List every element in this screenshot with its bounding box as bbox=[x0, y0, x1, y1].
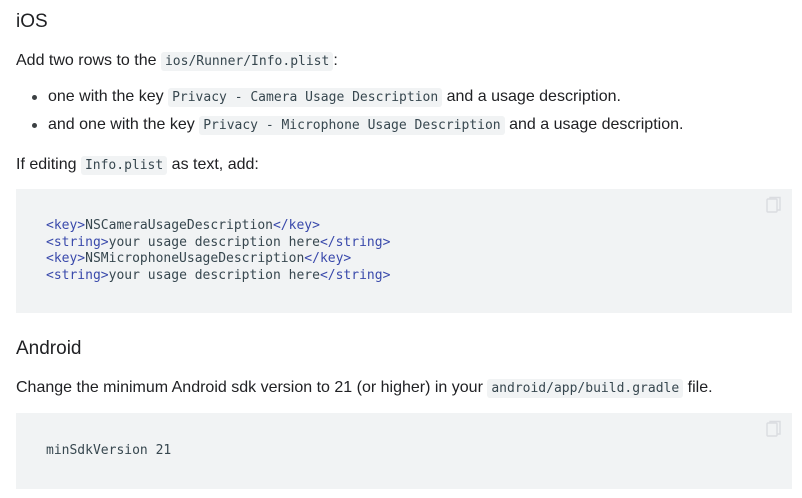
ios-add-rows-paragraph: Add two rows to the ios/Runner/Info.plis… bbox=[16, 50, 338, 73]
xml-tag-open: <key> bbox=[46, 251, 86, 266]
list-item: one with the key Privacy - Camera Usage … bbox=[16, 86, 683, 114]
xml-tag-open: <key> bbox=[46, 218, 86, 233]
paragraph-text: Add two rows to the bbox=[16, 52, 161, 69]
android-code-block[interactable]: minSdkVersion 21 bbox=[16, 413, 792, 489]
paragraph-text: as text, add: bbox=[167, 156, 259, 173]
xml-tag-close: </string> bbox=[319, 234, 391, 250]
inline-code-build-gradle: android/app/build.gradle bbox=[487, 379, 684, 398]
copy-icon bbox=[766, 420, 781, 437]
inline-code-camera-key: Privacy - Camera Usage Description bbox=[168, 88, 443, 107]
code-line: <key>NSCameraUsageDescription</key> bbox=[46, 218, 320, 233]
list-item: and one with the key Privacy - Microphon… bbox=[16, 114, 683, 142]
ios-code[interactable]: <key>NSCameraUsageDescription</key> <str… bbox=[46, 218, 390, 284]
xml-value: NSCameraUsageDescription bbox=[85, 218, 273, 233]
list-item-text: and a usage description. bbox=[442, 88, 621, 105]
xml-tag-close: </key> bbox=[304, 251, 352, 266]
code-line: <string>your usage description here</str… bbox=[46, 268, 390, 283]
paragraph-text: : bbox=[333, 52, 338, 69]
copy-button[interactable] bbox=[766, 420, 782, 438]
android-code[interactable]: minSdkVersion 21 bbox=[46, 443, 171, 460]
xml-value: NSMicrophoneUsageDescription bbox=[85, 251, 305, 266]
xml-tag-close: </key> bbox=[272, 218, 320, 233]
android-change-paragraph: Change the minimum Android sdk version t… bbox=[16, 377, 713, 400]
copy-button[interactable] bbox=[766, 196, 782, 214]
ios-bullet-list: one with the key Privacy - Camera Usage … bbox=[16, 86, 683, 142]
xml-value: your usage description here bbox=[108, 267, 320, 283]
bullet-dot bbox=[32, 123, 37, 128]
ios-editing-paragraph: If editing Info.plist as text, add: bbox=[16, 154, 259, 177]
paragraph-text: file. bbox=[683, 379, 713, 396]
inline-code-info-plist-path: ios/Runner/Info.plist bbox=[160, 52, 334, 71]
copy-icon bbox=[766, 196, 781, 213]
paragraph-text: Change the minimum Android sdk version t… bbox=[16, 379, 488, 396]
code-line: <key>NSMicrophoneUsageDescription</key> bbox=[46, 251, 351, 266]
list-item-text: and a usage description. bbox=[504, 116, 684, 133]
list-item-text: and one with the key bbox=[48, 116, 200, 133]
ios-heading: iOS bbox=[16, 11, 48, 32]
code-line: <string>your usage description here</str… bbox=[46, 235, 390, 250]
xml-tag-open: <string> bbox=[46, 234, 109, 250]
list-item-text: one with the key bbox=[48, 88, 169, 105]
inline-code-microphone-key: Privacy - Microphone Usage Description bbox=[199, 116, 505, 135]
ios-code-block[interactable]: <key>NSCameraUsageDescription</key> <str… bbox=[16, 189, 792, 313]
paragraph-text: If editing bbox=[16, 156, 81, 173]
android-heading: Android bbox=[16, 338, 82, 359]
inline-code-info-plist: Info.plist bbox=[80, 156, 168, 175]
xml-value: your usage description here bbox=[108, 234, 320, 250]
xml-tag-open: <string> bbox=[46, 267, 109, 283]
bullet-dot bbox=[32, 95, 37, 100]
xml-tag-close: </string> bbox=[319, 267, 391, 283]
